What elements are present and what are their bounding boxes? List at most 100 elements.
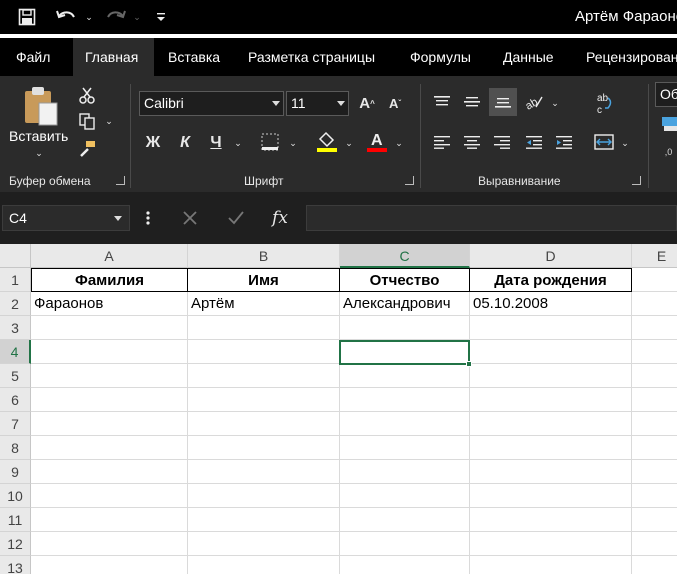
format-painter-icon[interactable] [76,138,98,160]
grid-cell[interactable] [632,412,677,436]
borders-dropdown-icon[interactable]: ⌄ [286,134,300,152]
grid-cell[interactable] [470,412,632,436]
grid-cell[interactable] [188,316,340,340]
alignment-launcher-icon[interactable] [632,176,641,185]
undo-icon[interactable] [52,4,80,30]
tab-file[interactable]: Файл [16,38,50,76]
number-format-dropdown[interactable]: Об [655,82,677,107]
cell-b2[interactable]: Артём [188,292,340,316]
underline-button[interactable]: Ч [203,130,229,156]
grid-cell[interactable] [470,340,632,364]
font-color-icon[interactable]: A [364,128,390,154]
grid-cell[interactable] [31,460,188,484]
formula-input[interactable] [306,205,677,231]
column-header-c[interactable]: C [340,244,470,268]
decimal-format-icon[interactable]: ,0 [660,140,677,164]
active-cell-c4[interactable] [339,340,470,365]
grid-cell[interactable] [188,460,340,484]
grid-cell[interactable] [31,556,188,574]
grid-cell[interactable] [340,364,470,388]
grid-cell[interactable] [632,532,677,556]
grid-cell[interactable] [470,484,632,508]
name-box[interactable]: C4 [2,205,130,231]
row-header-7[interactable]: 7 [0,412,31,436]
italic-button[interactable]: К [172,130,198,156]
grid-cell[interactable] [188,388,340,412]
tab-page-layout[interactable]: Разметка страницы [248,38,375,76]
fill-color-icon[interactable] [314,128,340,154]
orientation-dropdown-icon[interactable]: ⌄ [548,94,562,112]
cell-d1[interactable]: Дата рождения [470,268,632,292]
insert-function-icon[interactable]: fx [266,205,294,231]
row-header-9[interactable]: 9 [0,460,31,484]
grid-cell[interactable] [31,436,188,460]
grid-cell[interactable] [470,532,632,556]
shrink-font-icon[interactable]: Aˇ [384,92,406,114]
cell-a2[interactable]: Фараонов [31,292,188,316]
row-header-2[interactable]: 2 [0,292,31,316]
row-header-10[interactable]: 10 [0,484,31,508]
decrease-indent-icon[interactable] [522,130,546,154]
name-box-chevron-icon[interactable] [112,210,124,226]
font-size-chevron-icon[interactable] [335,94,347,112]
row-header-1[interactable]: 1 [0,268,31,292]
font-color-dropdown-icon[interactable]: ⌄ [392,134,406,152]
cell-a1[interactable]: Фамилия [31,268,188,292]
fill-color-dropdown-icon[interactable]: ⌄ [342,134,356,152]
grid-cell[interactable] [632,436,677,460]
column-header-b[interactable]: B [188,244,340,268]
increase-indent-icon[interactable] [552,130,576,154]
redo-dropdown-icon[interactable]: ⌄ [130,6,144,28]
row-header-5[interactable]: 5 [0,364,31,388]
grid-cell[interactable] [31,316,188,340]
cut-icon[interactable] [76,84,98,106]
cell-d2[interactable]: 05.10.2008 [470,292,632,316]
redo-icon[interactable] [102,4,130,30]
copy-icon[interactable] [76,110,98,132]
grid-cell[interactable] [470,508,632,532]
grid-cell[interactable] [632,268,677,292]
cancel-icon[interactable] [176,205,204,231]
bold-button[interactable]: Ж [140,130,166,156]
grid-cell[interactable] [31,532,188,556]
select-all-corner[interactable] [0,244,31,268]
grid-cell[interactable] [31,340,188,364]
column-header-a[interactable]: A [31,244,188,268]
grid-cell[interactable] [470,460,632,484]
grid-cell[interactable] [31,388,188,412]
grid-cell[interactable] [188,412,340,436]
grid-cell[interactable] [31,412,188,436]
grid-cell[interactable] [31,484,188,508]
save-icon[interactable] [14,4,40,30]
grid-cell[interactable] [470,556,632,574]
wrap-text-icon[interactable]: ab c [592,90,618,118]
undo-dropdown-icon[interactable]: ⌄ [82,6,96,28]
grid-cell[interactable] [470,436,632,460]
grid-cell[interactable] [632,316,677,340]
grid-cell[interactable] [632,364,677,388]
currency-format-icon[interactable] [660,112,677,136]
grid-cell[interactable] [632,556,677,574]
merge-center-icon[interactable] [592,130,616,154]
row-header-12[interactable]: 12 [0,532,31,556]
grid-cell[interactable] [470,364,632,388]
grow-font-icon[interactable]: A ^ [356,92,378,114]
align-center-icon[interactable] [460,130,484,154]
paste-button-label[interactable]: Вставить [9,128,68,144]
grid-cell[interactable] [340,460,470,484]
tab-data[interactable]: Данные [503,38,554,76]
merge-dropdown-icon[interactable]: ⌄ [618,134,632,152]
grid-cell[interactable] [188,508,340,532]
column-header-d[interactable]: D [470,244,632,268]
orientation-icon[interactable]: ab [522,90,546,114]
grid-cell[interactable] [31,508,188,532]
grid-cell[interactable] [632,508,677,532]
align-right-icon[interactable] [490,130,514,154]
paste-dropdown-icon[interactable]: ⌄ [32,146,46,160]
grid-cell[interactable] [340,532,470,556]
grid-cell[interactable] [340,508,470,532]
enter-icon[interactable] [222,205,250,231]
align-left-icon[interactable] [430,130,454,154]
grid-cell[interactable] [31,364,188,388]
row-header-6[interactable]: 6 [0,388,31,412]
